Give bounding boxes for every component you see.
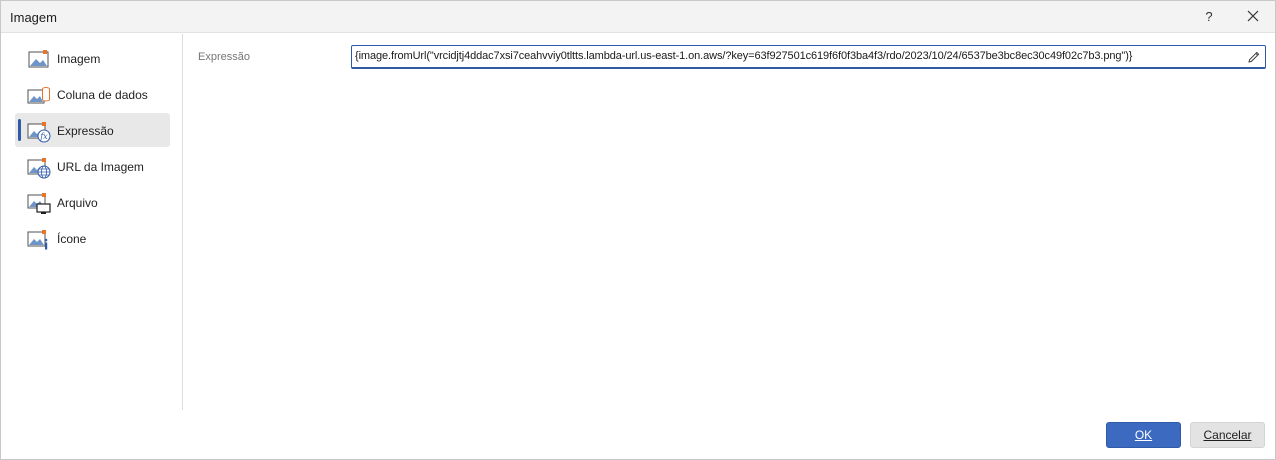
- image-expression-icon: fx: [27, 122, 51, 143]
- expression-value[interactable]: {image.fromUrl("vrcidjtj4ddac7xsi7ceahvv…: [355, 50, 1132, 62]
- sidebar-item-label: Expressão: [57, 124, 114, 138]
- sidebar-item-arquivo[interactable]: Arquivo: [15, 185, 170, 219]
- image-dialog: Imagem ? Imagem Coluna de dados fx Expre…: [0, 0, 1276, 460]
- image-icon: [28, 50, 49, 68]
- sidebar-item-label: Coluna de dados: [57, 88, 148, 102]
- sidebar-item-coluna-de-dados[interactable]: Coluna de dados: [15, 77, 170, 111]
- svg-text:fx: fx: [39, 132, 48, 141]
- source-type-sidebar: Imagem Coluna de dados fx Expressão URL …: [1, 34, 183, 410]
- close-button[interactable]: [1239, 3, 1267, 29]
- pencil-icon[interactable]: [1247, 50, 1261, 64]
- image-file-monitor-icon: [27, 193, 51, 214]
- sidebar-item-label: Ícone: [57, 232, 87, 246]
- close-icon: [1247, 10, 1259, 22]
- active-indicator: [18, 119, 21, 141]
- title-bar: Imagem ?: [1, 1, 1275, 33]
- sidebar-item-imagem[interactable]: Imagem: [15, 41, 170, 75]
- sidebar-item-url-da-imagem[interactable]: URL da Imagem: [15, 149, 170, 183]
- cancel-button[interactable]: Cancelar: [1190, 422, 1265, 448]
- ok-button[interactable]: OK: [1106, 422, 1181, 448]
- image-url-globe-icon: [27, 158, 51, 179]
- help-button[interactable]: ?: [1197, 3, 1221, 29]
- image-info-icon: [27, 230, 48, 250]
- sidebar-item-label: URL da Imagem: [57, 160, 144, 174]
- expression-label: Expressão: [198, 51, 250, 63]
- image-data-column-icon: [27, 87, 50, 104]
- sidebar-item-label: Imagem: [57, 52, 101, 66]
- sidebar-item-label: Arquivo: [57, 196, 98, 210]
- sidebar-item-expressao[interactable]: fx Expressão: [15, 113, 170, 147]
- expression-input[interactable]: {image.fromUrl("vrcidjtj4ddac7xsi7ceahvv…: [351, 45, 1266, 69]
- dialog-title: Imagem: [10, 10, 57, 25]
- sidebar-item-icone[interactable]: Ícone: [15, 221, 170, 255]
